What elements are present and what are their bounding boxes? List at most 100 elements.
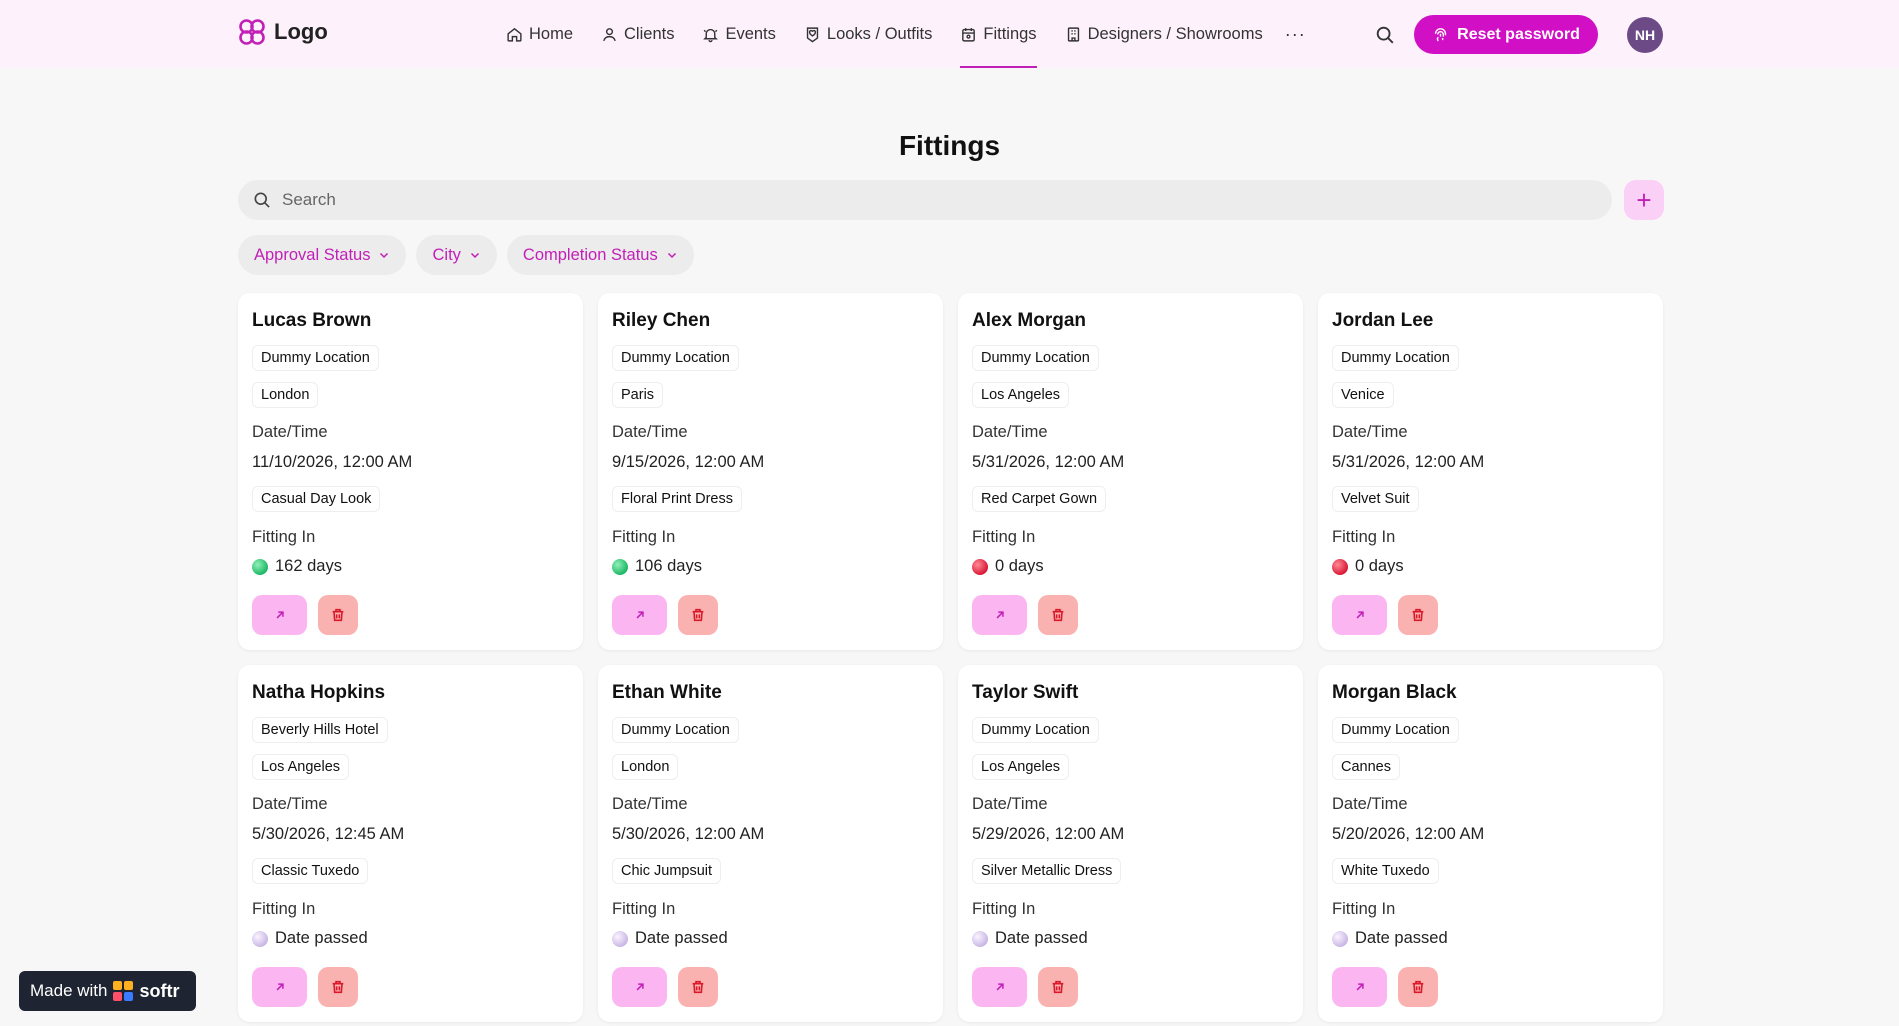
fitting-card[interactable]: Riley Chen Dummy Location Paris Date/Tim… — [598, 293, 943, 650]
location-tag: Dummy Location — [612, 345, 739, 371]
top-header: Logo Home Clients Events Looks / Outfits… — [0, 0, 1899, 68]
nav-home[interactable]: Home — [506, 0, 573, 68]
arrow-up-right-icon — [1356, 983, 1364, 991]
look-tag: Velvet Suit — [1332, 486, 1419, 512]
city-tag: London — [252, 382, 319, 408]
datetime-value: 11/10/2026, 12:00 AM — [252, 453, 413, 471]
location-tag: Dummy Location — [1332, 345, 1459, 371]
more-menu-button[interactable]: ··· — [1285, 24, 1306, 45]
fitting-in-text: Date passed — [1355, 929, 1448, 947]
trash-icon — [1052, 980, 1064, 994]
look-tag: Classic Tuxedo — [252, 858, 369, 884]
open-button[interactable] — [972, 967, 1027, 1007]
delete-button[interactable] — [318, 595, 358, 635]
arrow-up-right-icon — [276, 983, 284, 991]
add-fitting-button[interactable]: + — [1624, 180, 1664, 220]
main-nav: Home Clients Events Looks / Outfits Fitt… — [506, 0, 1306, 68]
fitting-card[interactable]: Lucas Brown Dummy Location London Date/T… — [238, 293, 583, 650]
trash-icon — [332, 608, 344, 622]
delete-button[interactable] — [1398, 595, 1438, 635]
datetime-label: Date/Time — [252, 423, 328, 441]
logo[interactable]: Logo — [238, 18, 328, 46]
delete-button[interactable] — [1038, 595, 1078, 635]
header-search-button[interactable] — [1374, 24, 1396, 46]
page-title: Fittings — [898, 130, 1001, 161]
fittings-grid: Lucas Brown Dummy Location London Date/T… — [238, 293, 1664, 1022]
search-input[interactable] — [282, 190, 1582, 210]
open-button[interactable] — [612, 967, 667, 1007]
fitting-card[interactable]: Jordan Lee Dummy Location Venice Date/Ti… — [1318, 293, 1663, 650]
filter-label: City — [432, 245, 461, 264]
datetime-value: 5/20/2026, 12:00 AM — [1332, 825, 1485, 843]
filter-completion-status[interactable]: Completion Status — [506, 235, 694, 275]
location-tag: Dummy Location — [972, 345, 1099, 371]
reset-password-button[interactable]: Reset password — [1414, 15, 1598, 54]
status-dot-icon — [972, 558, 988, 575]
nav-fittings[interactable]: Fittings — [960, 0, 1037, 68]
fitting-card[interactable]: Natha Hopkins Beverly Hills Hotel Los An… — [238, 665, 583, 1022]
nav-looks-label: Looks / Outfits — [826, 24, 933, 43]
trash-icon — [1412, 608, 1424, 622]
search-icon — [1376, 26, 1394, 44]
status-dot-icon — [252, 930, 268, 947]
nav-events-label: Events — [725, 24, 776, 43]
nav-looks-outfits[interactable]: Looks / Outfits — [804, 0, 932, 68]
fitting-in-text: Date passed — [275, 929, 368, 947]
delete-button[interactable] — [318, 967, 358, 1007]
reset-password-label: Reset password — [1457, 25, 1580, 43]
filter-approval-status[interactable]: Approval Status — [238, 235, 407, 275]
status-dot-icon — [972, 930, 988, 947]
delete-button[interactable] — [1398, 967, 1438, 1007]
location-tag: Dummy Location — [972, 717, 1099, 743]
fitting-in-value: Date passed — [972, 929, 1088, 948]
datetime-label: Date/Time — [1332, 795, 1408, 813]
datetime-value: 5/29/2026, 12:00 AM — [972, 825, 1125, 843]
fitting-in-label: Fitting In — [1332, 900, 1396, 918]
client-name: Ethan White — [612, 682, 722, 703]
city-tag: London — [612, 754, 679, 780]
fitting-card[interactable]: Alex Morgan Dummy Location Los Angeles D… — [958, 293, 1303, 650]
open-button[interactable] — [1332, 967, 1387, 1007]
search-icon — [254, 192, 270, 208]
open-button[interactable] — [972, 595, 1027, 635]
filter-label: Approval Status — [254, 245, 371, 264]
trash-icon — [332, 980, 344, 994]
fitting-card[interactable]: Taylor Swift Dummy Location Los Angeles … — [958, 665, 1303, 1022]
fitting-in-value: 106 days — [612, 557, 702, 576]
datetime-label: Date/Time — [972, 795, 1048, 813]
open-button[interactable] — [252, 595, 307, 635]
fitting-in-label: Fitting In — [612, 900, 676, 918]
made-with-label: Made with — [30, 981, 108, 1000]
made-with-softr-badge[interactable]: Made with softr — [19, 971, 196, 1011]
user-avatar[interactable]: NH — [1627, 17, 1663, 53]
status-dot-icon — [612, 930, 628, 947]
fitting-card[interactable]: Morgan Black Dummy Location Cannes Date/… — [1318, 665, 1663, 1022]
filter-city[interactable]: City — [416, 235, 497, 275]
open-button[interactable] — [252, 967, 307, 1007]
home-icon — [507, 27, 522, 42]
nav-designers-showrooms[interactable]: Designers / Showrooms — [1065, 0, 1263, 68]
location-tag: Dummy Location — [612, 717, 739, 743]
fitting-card[interactable]: Ethan White Dummy Location London Date/T… — [598, 665, 943, 1022]
city-tag: Los Angeles — [972, 382, 1070, 408]
fitting-in-label: Fitting In — [1332, 528, 1396, 546]
nav-clients-label: Clients — [624, 24, 675, 43]
client-name: Taylor Swift — [972, 682, 1079, 703]
open-button[interactable] — [1332, 595, 1387, 635]
filter-label: Completion Status — [522, 245, 658, 264]
look-tag: Red Carpet Gown — [972, 486, 1107, 512]
chevron-down-icon — [380, 252, 389, 259]
nav-clients[interactable]: Clients — [601, 0, 674, 68]
delete-button[interactable] — [1038, 967, 1078, 1007]
heart-tag-icon — [806, 26, 819, 42]
delete-button[interactable] — [678, 967, 718, 1007]
city-tag: Venice — [1332, 382, 1394, 408]
nav-events[interactable]: Events — [702, 0, 776, 68]
status-dot-icon — [252, 558, 268, 575]
delete-button[interactable] — [678, 595, 718, 635]
fitting-in-label: Fitting In — [612, 528, 676, 546]
open-button[interactable] — [612, 595, 667, 635]
softr-logo-icon — [113, 981, 134, 1001]
arrow-up-right-icon — [636, 983, 644, 991]
city-tag: Cannes — [1332, 754, 1400, 780]
